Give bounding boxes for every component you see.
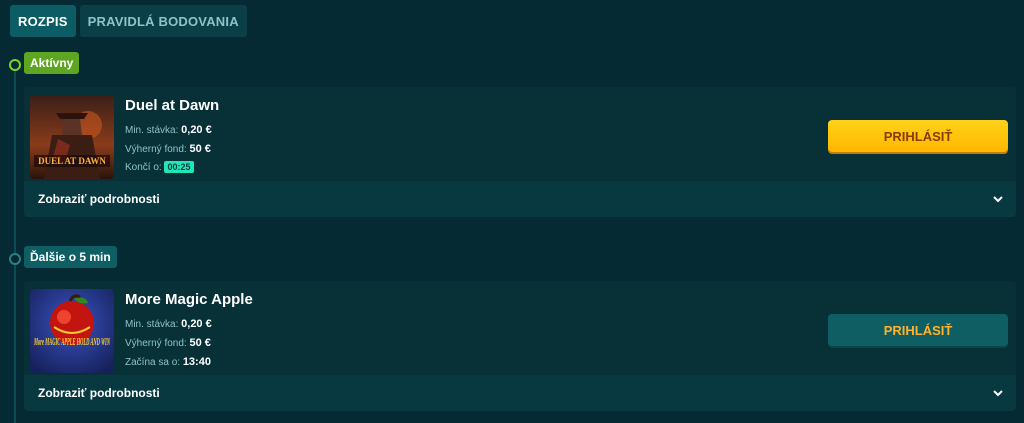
show-details-label: Zobraziť podrobnosti	[38, 386, 160, 400]
stage-label-next: Ďalšie o 5 min	[24, 246, 117, 268]
tournament-card: More MAGIC APPLE HOLD AND WIN More Magic…	[24, 281, 1016, 411]
end-time-label: Končí o:	[125, 162, 162, 173]
game-title: More Magic Apple	[125, 291, 253, 308]
tab-rozpis[interactable]: ROZPIS	[10, 5, 76, 37]
countdown-badge: 00:25	[164, 161, 194, 173]
game-title: Duel at Dawn	[125, 97, 220, 114]
start-time-value: 13:40	[182, 356, 211, 368]
prize-pool-row: Výherný fond: 50 €	[125, 143, 211, 155]
join-button[interactable]: PRIHLÁSIŤ	[828, 314, 1008, 346]
start-time-row: Začína sa o: 13:40	[125, 356, 211, 368]
prize-pool-label: Výherný fond:	[125, 338, 187, 349]
thumb-logo-text: DUEL AT DAWN	[38, 156, 106, 166]
game-thumbnail-duel-at-dawn[interactable]: DUEL AT DAWN	[30, 95, 114, 179]
min-bet-value: 0,20 €	[181, 124, 212, 136]
min-bet-row: Min. stávka: 0,20 €	[125, 124, 212, 136]
prize-pool-value: 50 €	[189, 337, 211, 349]
stage-label-active: Aktívny	[24, 52, 80, 74]
tab-pravidla-bodovania[interactable]: PRAVIDLÁ BODOVANIA	[79, 5, 247, 37]
thumb-logo-text: More MAGIC APPLE HOLD AND WIN	[34, 336, 111, 348]
join-button[interactable]: PRIHLÁSIŤ	[828, 120, 1008, 152]
end-time-row: Končí o: 00:25	[125, 161, 194, 173]
min-bet-label: Min. stávka:	[125, 125, 179, 136]
prize-pool-label: Výherný fond:	[125, 144, 187, 155]
prize-pool-row: Výherný fond: 50 €	[125, 337, 211, 349]
min-bet-value: 0,20 €	[181, 318, 212, 330]
min-bet-label: Min. stávka:	[125, 319, 179, 330]
timeline-dot-active	[9, 59, 21, 71]
timeline-line	[14, 60, 16, 423]
show-details-toggle[interactable]: Zobraziť podrobnosti	[24, 181, 1016, 217]
start-time-label: Začína sa o:	[125, 357, 181, 368]
chevron-down-icon	[993, 196, 1003, 203]
chevron-down-icon	[993, 390, 1003, 397]
min-bet-row: Min. stávka: 0,20 €	[125, 318, 212, 330]
prize-pool-value: 50 €	[189, 143, 211, 155]
game-thumbnail-more-magic-apple[interactable]: More MAGIC APPLE HOLD AND WIN	[30, 289, 114, 373]
tab-bar: ROZPIS PRAVIDLÁ BODOVANIA	[10, 5, 247, 37]
show-details-label: Zobraziť podrobnosti	[38, 192, 160, 206]
timeline-dot-next	[9, 253, 21, 265]
show-details-toggle[interactable]: Zobraziť podrobnosti	[24, 375, 1016, 411]
tournament-card: DUEL AT DAWN Duel at Dawn Min. stávka: 0…	[24, 87, 1016, 217]
